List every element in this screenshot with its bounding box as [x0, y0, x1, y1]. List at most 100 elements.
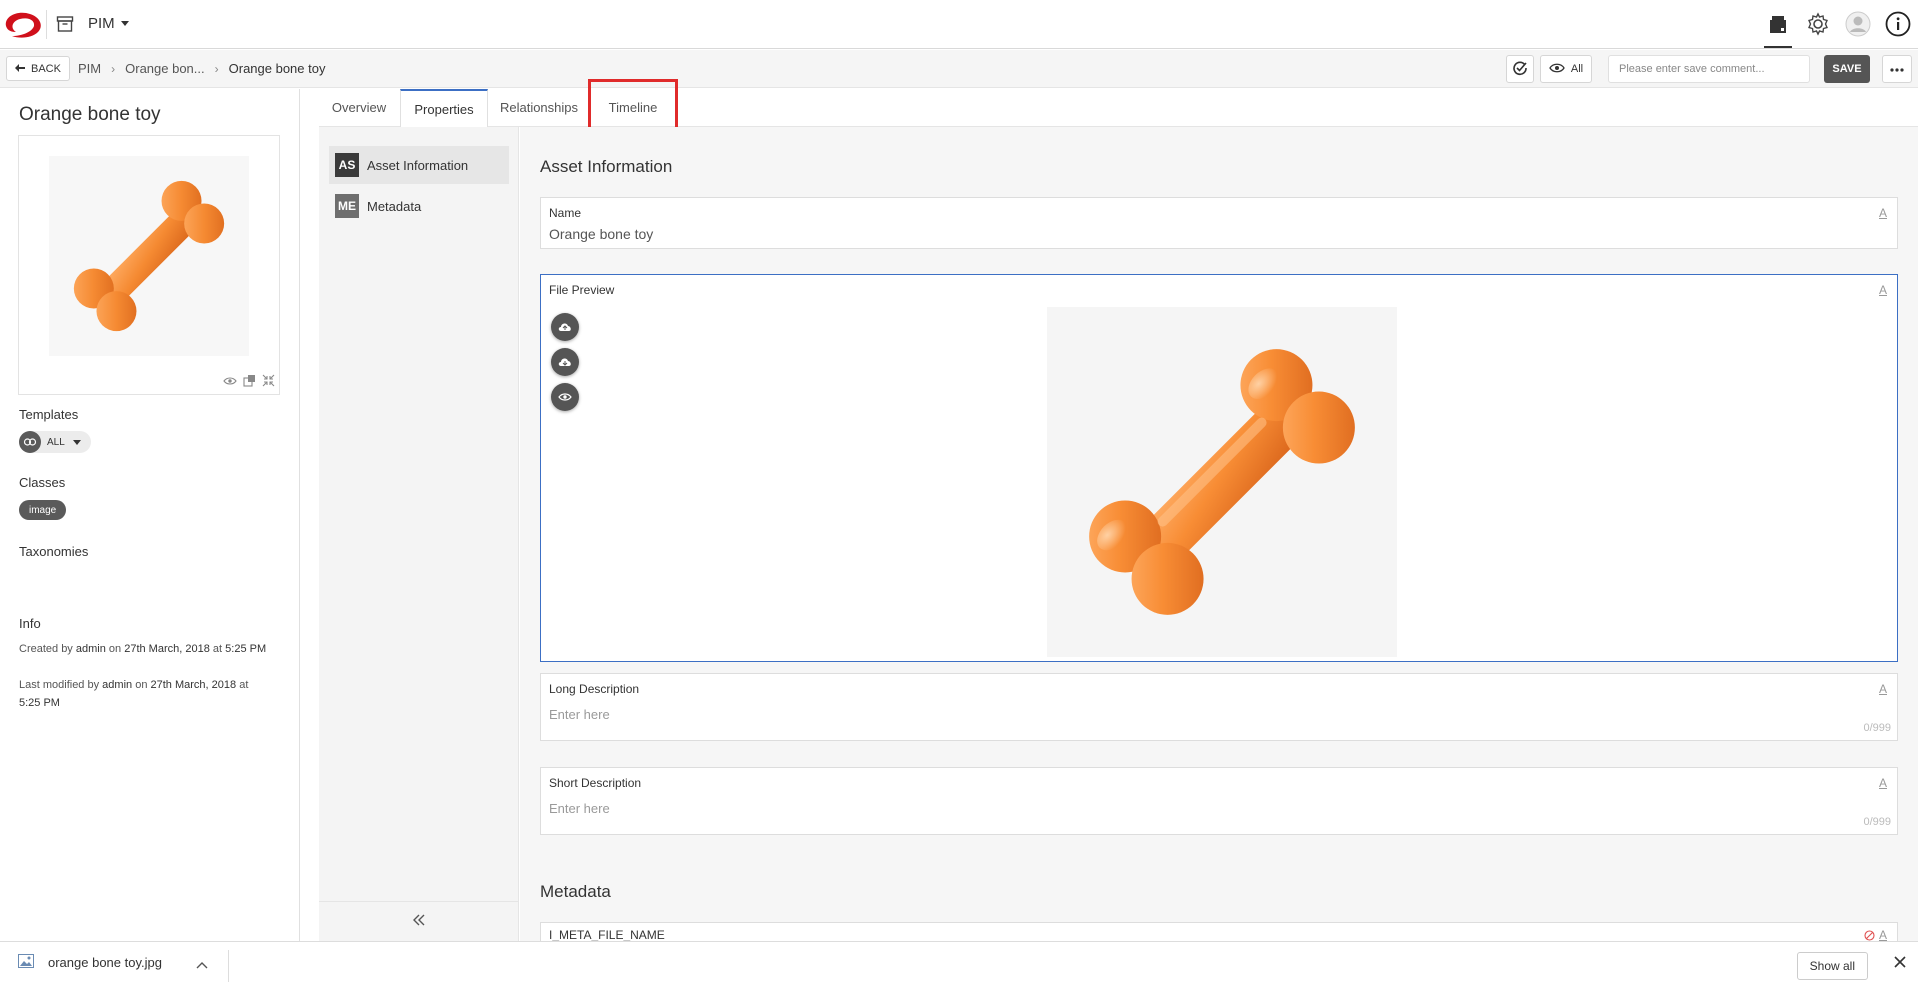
asset-summary-panel: Orange bone toy Templates ALL Classes im…: [0, 89, 300, 941]
store-button[interactable]: [1758, 8, 1798, 48]
breadcrumb: PIM › Orange bon... › Orange bone toy: [78, 61, 325, 76]
collapse-arrows-icon[interactable]: [262, 374, 275, 390]
template-value: ALL: [47, 436, 65, 448]
archive-icon: [56, 15, 74, 33]
tab-properties[interactable]: Properties: [400, 89, 488, 127]
template-selector[interactable]: ALL: [19, 431, 91, 453]
nav-abbr-badge: AS: [335, 153, 359, 177]
breadcrumb-item-pim[interactable]: PIM: [78, 61, 101, 76]
chevron-right-icon: ›: [214, 61, 219, 76]
name-field[interactable]: Name Orange bone toy A: [540, 197, 1898, 249]
download-button[interactable]: [551, 348, 579, 376]
classes-label: Classes: [19, 475, 66, 490]
nav-item-metadata[interactable]: ME Metadata: [329, 187, 509, 225]
approve-button[interactable]: [1506, 55, 1534, 83]
visibility-filter-button[interactable]: All: [1540, 55, 1592, 83]
text-type-icon: A: [1878, 206, 1887, 220]
modified-date: 27th March,: [150, 679, 209, 691]
class-badge[interactable]: image: [19, 500, 67, 520]
text-type-icon: A: [1878, 682, 1887, 696]
nav-item-label: Asset Information: [367, 157, 469, 173]
eye-icon: [1549, 63, 1565, 76]
arrow-left-icon: [15, 63, 25, 75]
chevron-down-icon: [72, 439, 81, 445]
short-description-placeholder[interactable]: Enter here: [549, 801, 610, 816]
save-button[interactable]: SAVE: [1824, 55, 1870, 83]
user-icon: [1845, 11, 1871, 40]
created-time: 5:25 PM: [225, 643, 267, 655]
template-icon: [19, 431, 41, 453]
field-label: Name: [549, 206, 582, 220]
cloud-download-icon: [558, 355, 572, 370]
section-title-asset-information: Asset Information: [540, 157, 673, 176]
header-actions: [1758, 8, 1918, 48]
modified-at: at: [239, 679, 249, 691]
long-description-field[interactable]: Long Description Enter here 0/999 A: [540, 673, 1898, 741]
preview-button[interactable]: [551, 383, 579, 411]
char-counter: 0/999: [1863, 816, 1891, 828]
created-at: at: [212, 643, 223, 655]
modified-on: on: [135, 679, 148, 691]
download-item[interactable]: orange bone toy.jpg: [18, 954, 162, 971]
tab-relationships[interactable]: Relationships: [489, 89, 589, 126]
long-description-placeholder[interactable]: Enter here: [549, 707, 610, 722]
info-button[interactable]: [1878, 8, 1918, 42]
modified-date-year: 2018: [211, 679, 237, 691]
nav-item-label: Metadata: [367, 198, 422, 214]
divider: [228, 950, 229, 982]
nav-item-asset-information[interactable]: AS Asset Information: [329, 146, 509, 184]
field-label: Long Description: [549, 682, 640, 696]
created-date: 27th March, 2018: [124, 643, 210, 655]
top-bar: PIM: [0, 0, 1918, 49]
tab-timeline[interactable]: Timeline: [591, 89, 675, 126]
cloud-upload-icon: [558, 320, 572, 335]
field-label: I_META_FILE_NAME: [549, 928, 665, 941]
created-user: admin: [75, 643, 106, 655]
breadcrumb-item-parent[interactable]: Orange bon...: [125, 61, 205, 76]
section-title-metadata: Metadata: [540, 882, 611, 901]
file-preview-field: File Preview A: [540, 274, 1898, 662]
modified-user: admin: [102, 679, 133, 691]
tab-overview[interactable]: Overview: [319, 89, 399, 126]
short-description-field[interactable]: Short Description Enter here 0/999 A: [540, 767, 1898, 835]
toolbar: All SAVE: [1506, 55, 1918, 83]
show-all-button[interactable]: Show all: [1796, 952, 1868, 980]
settings-button[interactable]: [1798, 8, 1838, 42]
eye-icon[interactable]: [223, 374, 237, 390]
properties-content: Asset Information Name Orange bone toy A…: [520, 127, 1918, 941]
user-button[interactable]: [1838, 8, 1878, 42]
tab-bar: Overview Properties Relationships Timeli…: [319, 89, 1918, 127]
field-label: Short Description: [549, 776, 642, 790]
chevron-right-icon: ›: [111, 61, 116, 76]
file-preview-image: [1047, 307, 1397, 657]
name-value[interactable]: Orange bone toy: [549, 226, 653, 242]
back-button[interactable]: BACK: [6, 56, 70, 81]
double-chevron-left-icon: [412, 914, 426, 929]
chevron-up-icon[interactable]: [196, 957, 208, 972]
more-options-button[interactable]: [1882, 55, 1912, 83]
collapse-nav-button[interactable]: [319, 901, 519, 941]
close-icon[interactable]: [1894, 956, 1906, 971]
breadcrumb-bar: BACK PIM › Orange bon... › Orange bone t…: [0, 50, 1918, 88]
crop-icon[interactable]: [243, 374, 256, 390]
field-label: File Preview: [549, 283, 615, 297]
text-type-icon: A: [1878, 776, 1887, 790]
modified-time: 5:25 PM: [19, 697, 60, 709]
char-counter: 0/999: [1863, 722, 1891, 734]
asset-thumbnail: [49, 156, 249, 356]
download-file-name: orange bone toy.jpg: [48, 955, 162, 970]
taxonomies-label: Taxonomies: [19, 544, 89, 559]
meta-file-name-field[interactable]: I_META_FILE_NAME A: [540, 922, 1898, 941]
asset-thumbnail-card: [18, 135, 280, 395]
app-switcher[interactable]: PIM: [88, 15, 129, 32]
app-name: PIM: [88, 15, 115, 32]
eye-icon: [558, 390, 572, 405]
upload-button[interactable]: [551, 313, 579, 341]
text-type-icon: A: [1878, 928, 1887, 941]
save-comment-input[interactable]: [1608, 55, 1810, 83]
nav-abbr-badge: ME: [335, 194, 359, 218]
created-prefix: Created by: [19, 643, 73, 655]
asset-title: Orange bone toy: [19, 104, 161, 125]
company-logo-icon[interactable]: [0, 8, 45, 42]
modified-info: Last modified by admin on 27th March, 20…: [19, 676, 249, 712]
